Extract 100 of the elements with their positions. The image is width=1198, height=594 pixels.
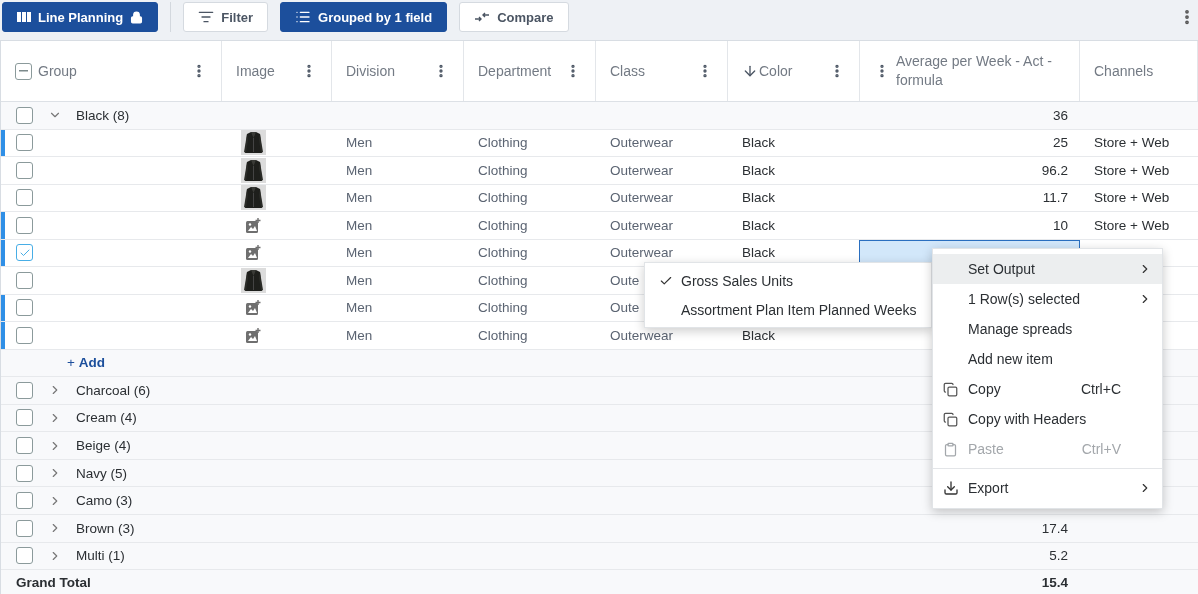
table-cell: Oute: [610, 272, 640, 288]
table-cell: Clothing: [478, 217, 528, 233]
menu-item[interactable]: Export: [933, 473, 1162, 503]
checkbox[interactable]: [16, 519, 33, 537]
table-cell: Men: [346, 162, 373, 178]
checkbox[interactable]: [16, 464, 33, 482]
table-cell: Store + Web: [1094, 135, 1170, 151]
filter-icon: [198, 9, 215, 25]
checkbox[interactable]: [16, 547, 33, 565]
column-header: Division: [346, 61, 396, 81]
table-cell: Oute: [610, 300, 640, 316]
column-header: Average per Week - Act - formula: [896, 52, 1053, 90]
table-cell: Outerwear: [610, 327, 674, 343]
checkbox[interactable]: [15, 62, 32, 80]
table-cell: Clothing: [478, 162, 528, 178]
table-cell: Clothing: [478, 190, 528, 206]
add-image-icon[interactable]: [246, 217, 261, 233]
table-cell: Men: [346, 272, 373, 288]
toolbar-button[interactable]: Line Planning: [2, 2, 159, 32]
column-header: Image: [236, 61, 276, 81]
table-cell: Clothing: [478, 300, 528, 316]
table-cell: 11.7: [1042, 190, 1068, 206]
table-cell: 25: [1052, 135, 1068, 151]
column-header: Group: [38, 61, 78, 81]
checkbox[interactable]: [16, 409, 33, 427]
toolbar-button[interactable]: Compare: [459, 2, 569, 32]
menu-item[interactable]: Set Output: [933, 254, 1162, 284]
table-cell: Black: [742, 135, 775, 151]
table-cell: Black: [742, 327, 775, 343]
table-cell: Clothing: [478, 272, 528, 288]
grand-total-value: 15.4: [1041, 575, 1068, 591]
menu-item[interactable]: Add new item: [933, 344, 1162, 374]
checkbox[interactable]: [16, 189, 33, 207]
menu-item[interactable]: Copy Ctrl+C: [933, 374, 1162, 404]
table-cell: Men: [346, 300, 373, 316]
clipboard-icon: [943, 441, 958, 457]
checkbox[interactable]: [16, 106, 33, 124]
checkbox[interactable]: [16, 244, 33, 262]
table-cell: Store + Web: [1094, 190, 1170, 206]
shortcut-label: Ctrl+V: [1081, 441, 1121, 457]
table-cell: Black: [742, 245, 775, 261]
table-cell: Men: [346, 217, 373, 233]
columns-icon: [17, 11, 31, 23]
table-cell: Black: [742, 217, 775, 233]
menu-item[interactable]: Manage spreads: [933, 314, 1162, 344]
table-cell: Outerwear: [610, 162, 674, 178]
checkbox[interactable]: [16, 216, 33, 234]
table-cell: Clothing: [478, 135, 528, 151]
group-label: Charcoal (6): [76, 382, 151, 398]
add-link[interactable]: + Add: [1, 355, 105, 371]
toolbar-button[interactable]: Grouped by 1 field: [280, 2, 448, 32]
table-cell: 96.2: [1041, 162, 1068, 178]
checkbox[interactable]: [16, 299, 33, 317]
checkbox[interactable]: [16, 437, 33, 455]
copy-icon: [943, 411, 958, 427]
table-cell: Clothing: [478, 245, 528, 261]
sort-descending-icon[interactable]: [742, 63, 758, 79]
compare-arrows-icon: [474, 11, 491, 23]
table-cell: Men: [346, 327, 373, 343]
column-header: Class: [610, 61, 646, 81]
checkbox[interactable]: [16, 271, 33, 289]
group-label: Black (8): [76, 107, 130, 123]
group-label: Cream (4): [76, 410, 137, 426]
menu-item[interactable]: Copy with Headers: [933, 404, 1162, 434]
add-image-icon[interactable]: [246, 327, 261, 343]
checkbox[interactable]: [16, 326, 33, 344]
copy-icon: [943, 381, 958, 397]
table-cell: Black: [742, 190, 775, 206]
group-label: Brown (3): [76, 520, 135, 536]
checkbox[interactable]: [16, 161, 33, 179]
group-label: Multi (1): [76, 548, 125, 564]
table-cell: Store + Web: [1094, 217, 1170, 233]
group-value: 17.4: [1041, 520, 1068, 536]
menu-item[interactable]: 1 Row(s) selected: [933, 284, 1162, 314]
table-cell: Store + Web: [1094, 162, 1170, 178]
add-image-icon[interactable]: [246, 245, 261, 261]
shortcut-label: Ctrl+C: [1080, 381, 1121, 397]
submenu-item[interactable]: Assortment Plan Item Planned Weeks: [645, 295, 931, 324]
group-value: 36: [1052, 107, 1068, 123]
checkbox[interactable]: [16, 134, 33, 152]
group-label: Navy (5): [76, 465, 127, 481]
checkbox[interactable]: [16, 381, 33, 399]
minus-icon: [19, 70, 28, 72]
checkbox[interactable]: [16, 492, 33, 510]
list-icon: [295, 9, 312, 25]
grand-total-label: Grand Total: [15, 575, 91, 591]
table-cell: 10: [1052, 217, 1068, 233]
download-icon: [943, 480, 959, 496]
group-label: Camo (3): [76, 493, 133, 509]
toolbar-button[interactable]: Filter: [183, 2, 269, 32]
group-label: Beige (4): [76, 438, 131, 454]
column-header: Channels: [1094, 61, 1155, 81]
table-cell: Outerwear: [610, 245, 674, 261]
column-header: Department: [478, 61, 553, 81]
table-cell: Black: [742, 162, 775, 178]
submenu-item[interactable]: Gross Sales Units: [645, 266, 931, 295]
add-image-icon[interactable]: [246, 300, 261, 316]
table-cell: Outerwear: [610, 190, 674, 206]
table-cell: Men: [346, 190, 373, 206]
table-cell: Outerwear: [610, 135, 674, 151]
